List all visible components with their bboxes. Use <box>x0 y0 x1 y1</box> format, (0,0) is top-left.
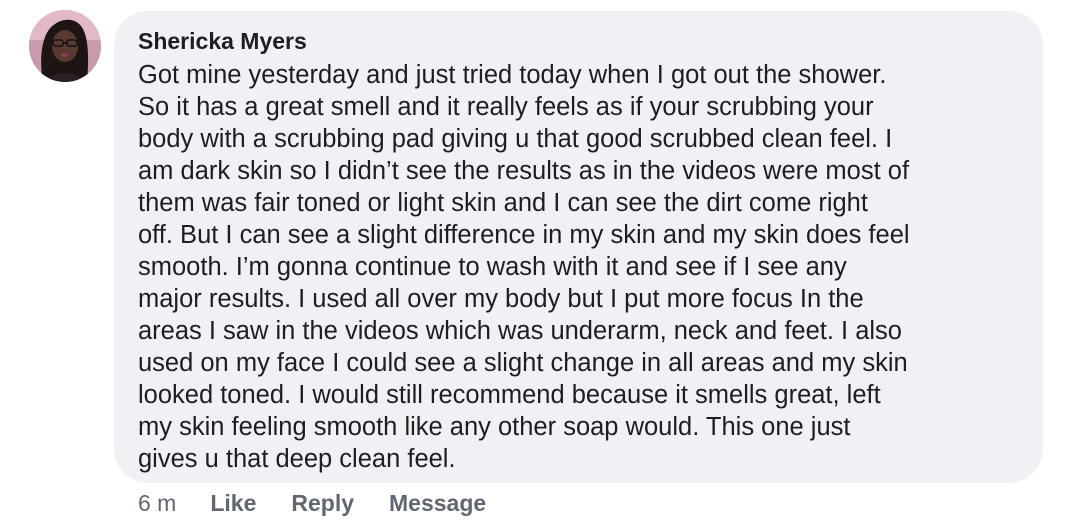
comment-author[interactable]: Shericka Myers <box>138 27 1023 55</box>
comment-line: major results. I used all over my body b… <box>138 285 864 313</box>
comment-line: Got mine yesterday and just tried today … <box>138 61 887 89</box>
comment-line: smooth. I’m gonna continue to wash with … <box>138 253 847 281</box>
comment-line: areas I saw in the videos which was unde… <box>138 317 902 345</box>
avatar[interactable] <box>29 10 101 82</box>
comment-line: gives u that deep clean feel. <box>138 445 456 473</box>
comment-line: off. But I can see a slight difference i… <box>138 221 910 249</box>
comment: Shericka Myers Got mine yesterday and ju… <box>0 0 1075 530</box>
reply-button[interactable]: Reply <box>291 490 354 517</box>
comment-text: Got mine yesterday and just tried today … <box>138 59 1023 475</box>
comment-line: looked toned. I would still recommend be… <box>138 381 881 409</box>
comment-line: So it has a great smell and it really fe… <box>138 93 874 121</box>
message-button[interactable]: Message <box>389 490 486 517</box>
comment-bubble: Shericka Myers Got mine yesterday and ju… <box>114 11 1043 483</box>
comment-line: body with a scrubbing pad giving u that … <box>138 125 893 153</box>
avatar-image <box>29 10 101 82</box>
like-button[interactable]: Like <box>210 490 256 517</box>
comment-line: am dark skin so I didn’t see the results… <box>138 157 910 185</box>
comment-timestamp[interactable]: 6 m <box>138 490 176 517</box>
comment-actions: 6 m Like Reply Message <box>138 488 521 518</box>
comment-line: used on my face I could see a slight cha… <box>138 349 908 377</box>
comment-line: my skin feeling smooth like any other so… <box>138 413 851 441</box>
comment-line: them was fair toned or light skin and I … <box>138 189 868 217</box>
